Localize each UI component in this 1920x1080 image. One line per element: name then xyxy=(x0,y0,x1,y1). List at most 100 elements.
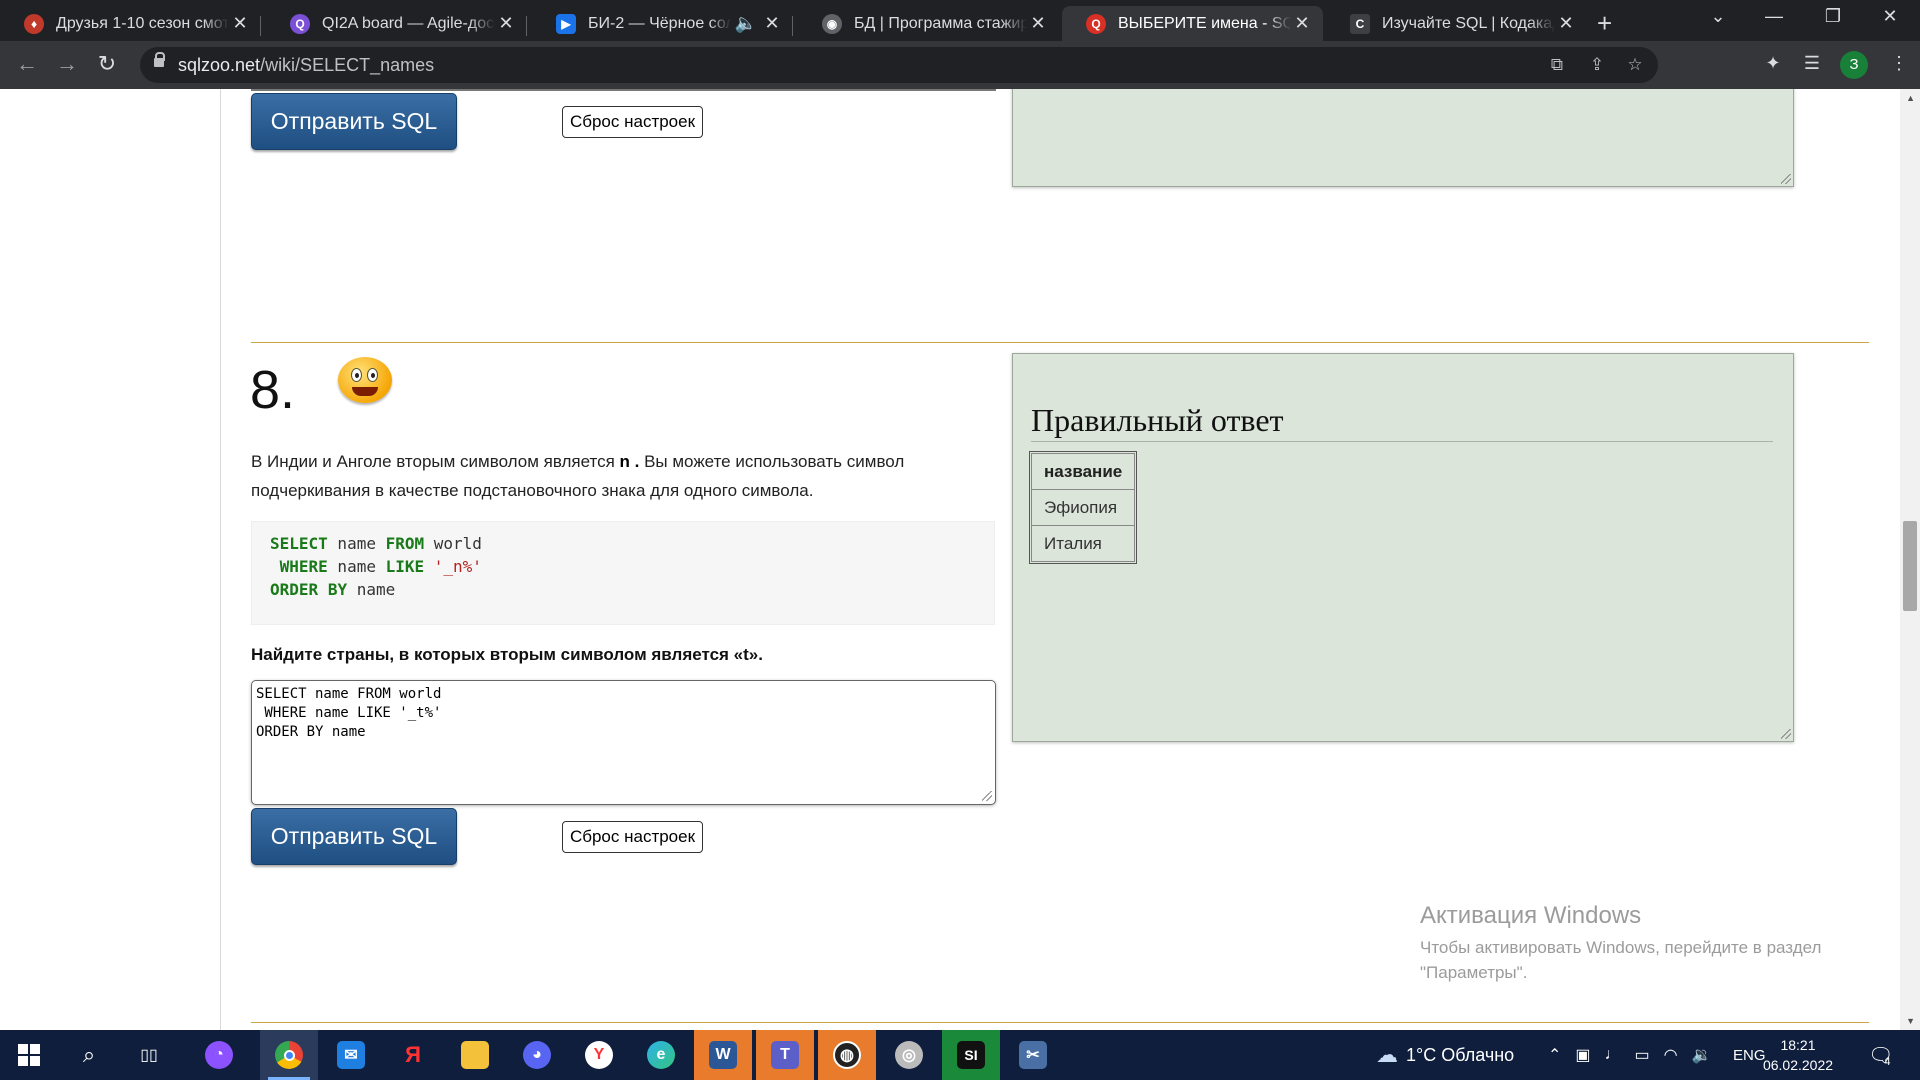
yandex-browser-icon[interactable]: Y xyxy=(570,1030,628,1080)
close-tab-icon[interactable]: ✕ xyxy=(495,13,517,34)
discord-icon[interactable]: ◕ xyxy=(508,1030,566,1080)
url-text: sqlzoo.net/wiki/SELECT_names xyxy=(178,55,434,76)
word-glyph: W xyxy=(709,1041,737,1069)
teams-glyph: T xyxy=(771,1041,799,1069)
tab-favicon-icon: Q xyxy=(1086,13,1106,34)
resize-grip-icon[interactable] xyxy=(1781,729,1791,739)
profile-avatar[interactable]: З xyxy=(1840,51,1868,79)
sql-text: name xyxy=(327,557,386,576)
snip-glyph: ✂ xyxy=(1019,1041,1047,1069)
scrollbar-thumb[interactable] xyxy=(1903,521,1917,611)
start-icon[interactable] xyxy=(0,1030,58,1080)
scroll-up-icon[interactable]: ▲ xyxy=(1906,93,1915,103)
forward-icon[interactable]: → xyxy=(52,51,82,77)
tab-codecademy[interactable]: C Изучайте SQL | Кодакадемия ✕ xyxy=(1326,6,1587,41)
chrome-icon[interactable] xyxy=(260,1030,318,1080)
smiley-mouth xyxy=(352,387,378,396)
tab-favicon-icon: ▶ xyxy=(556,13,576,34)
table-header-row: название xyxy=(1030,453,1136,490)
windows-taskbar: ⌕ ▯▯ ◔ ✉ Я ◕ Y e W T ◍ ◎ SI ✂ ☁ 1°C Обла… xyxy=(0,1030,1920,1080)
weather-text: 1°C Облачно xyxy=(1406,1044,1515,1065)
new-tab-button[interactable]: + xyxy=(1597,8,1612,39)
reset-button-prev[interactable]: Сброс настроек xyxy=(562,106,703,138)
extensions-icon[interactable]: ✦ xyxy=(1760,53,1786,74)
clock[interactable]: 18:21 06.02.2022 xyxy=(1758,1035,1838,1075)
resize-grip-icon[interactable] xyxy=(982,791,992,801)
close-tab-icon[interactable]: ✕ xyxy=(1555,13,1577,34)
obs-icon[interactable]: ◍ xyxy=(818,1030,876,1080)
close-window-button[interactable]: ✕ xyxy=(1870,6,1910,27)
minimize-button[interactable]: — xyxy=(1754,6,1794,27)
reset-button[interactable]: Сброс настроек xyxy=(562,821,703,853)
sigame-glyph: SI xyxy=(957,1041,985,1069)
reload-icon[interactable]: ↻ xyxy=(92,51,122,77)
tab-friends[interactable]: ♦ Друзья 1-10 сезон смотреть ✕ xyxy=(0,6,261,41)
close-tab-icon[interactable]: ✕ xyxy=(1027,13,1049,34)
tab-separator xyxy=(260,16,261,36)
edge-glyph: e xyxy=(647,1041,675,1069)
close-tab-icon[interactable]: ✕ xyxy=(1291,13,1313,34)
section-divider xyxy=(251,342,1869,343)
tab-qi2a[interactable]: Q QI2A board — Agile-доска ✕ xyxy=(266,6,527,41)
tab-bi2[interactable]: ▶ БИ-2 — Чёрное солнце 🔈 ✕ xyxy=(532,6,793,41)
tab-title: БИ-2 — Чёрное солнце xyxy=(588,14,731,32)
show-hidden-icons-icon[interactable]: ⌃ xyxy=(1548,1045,1575,1065)
resize-grip-icon[interactable] xyxy=(1781,174,1791,184)
task-view-icon[interactable]: ▯▯ xyxy=(120,1030,178,1080)
menu-icon[interactable]: ⋮ xyxy=(1886,53,1912,74)
yandex-icon[interactable]: Я xyxy=(384,1030,442,1080)
snip-icon[interactable]: ✂ xyxy=(1004,1030,1062,1080)
mute-tab-icon[interactable]: 🔈 xyxy=(731,13,761,34)
edge-icon[interactable]: e xyxy=(632,1030,690,1080)
wifi-icon[interactable]: ◠ xyxy=(1664,1045,1692,1065)
sql-input[interactable]: SELECT name FROM world WHERE name LIKE '… xyxy=(251,680,996,805)
disk-icon[interactable]: ◎ xyxy=(880,1030,938,1080)
mail-icon[interactable]: ✉ xyxy=(322,1030,380,1080)
column-header: название xyxy=(1030,453,1136,490)
notification-center[interactable]: 🗨 4 xyxy=(1868,1030,1893,1080)
reading-list-icon[interactable]: ☰ xyxy=(1799,53,1825,74)
tab-title: БД | Программа стажировки xyxy=(854,14,1027,32)
tab-bd[interactable]: ◉ БД | Программа стажировки ✕ xyxy=(798,6,1059,41)
submit-sql-button-prev[interactable]: Отправить SQL xyxy=(251,93,457,150)
table-cell: Италия xyxy=(1030,525,1136,562)
alice-icon[interactable]: ◔ xyxy=(190,1030,248,1080)
address-bar[interactable]: sqlzoo.net/wiki/SELECT_names ⧉ ⇪ ☆ xyxy=(140,47,1658,83)
tab-title: ВЫБЕРИТЕ имена - SQLZOO xyxy=(1118,14,1291,32)
tab-search-icon[interactable]: ⌄ xyxy=(1698,6,1738,27)
tray-icons[interactable]: ⌃ ▣ ♩ ▭ ◠ 🔉 xyxy=(1548,1030,1726,1080)
explorer-icon[interactable] xyxy=(446,1030,504,1080)
teams-icon[interactable]: T xyxy=(756,1030,814,1080)
close-tab-icon[interactable]: ✕ xyxy=(229,13,251,34)
page-scrollbar[interactable]: ▲ ▼ xyxy=(1900,89,1920,1030)
battery-icon[interactable]: ▭ xyxy=(1635,1045,1664,1065)
sigame-icon[interactable]: SI xyxy=(942,1030,1000,1080)
tab-favicon-icon: C xyxy=(1350,13,1370,34)
answer-title: Правильный ответ xyxy=(1031,402,1773,442)
restore-button[interactable]: ❐ xyxy=(1813,6,1853,27)
answer-box-prev xyxy=(1012,89,1794,187)
bookmark-star-icon[interactable]: ☆ xyxy=(1624,55,1646,77)
back-icon[interactable]: ← xyxy=(12,51,42,77)
microphone-icon[interactable]: ♩ xyxy=(1605,1046,1635,1064)
weather-widget[interactable]: ☁ 1°C Облачно xyxy=(1376,1030,1514,1080)
share-icon[interactable]: ⇪ xyxy=(1586,55,1608,77)
answer-box: Правильный ответ название Эфиопия Италия xyxy=(1012,353,1794,742)
scroll-down-icon[interactable]: ▼ xyxy=(1906,1016,1915,1026)
device-icon[interactable]: ▣ xyxy=(1575,1045,1604,1065)
sql-string: '_n%' xyxy=(433,557,482,576)
search-icon[interactable]: ⌕ xyxy=(60,1030,118,1080)
url-path: /wiki/SELECT_names xyxy=(260,55,435,75)
submit-sql-button[interactable]: Отправить SQL xyxy=(251,808,457,865)
close-tab-icon[interactable]: ✕ xyxy=(761,13,783,34)
volume-icon[interactable]: 🔉 xyxy=(1692,1045,1726,1065)
tab-favicon-icon: ♦ xyxy=(24,13,44,34)
word-icon[interactable]: W xyxy=(694,1030,752,1080)
discord-glyph: ◕ xyxy=(523,1041,551,1069)
yandex-browser-glyph: Y xyxy=(585,1041,613,1069)
tab-sqlzoo[interactable]: Q ВЫБЕРИТЕ имена - SQLZOO ✕ xyxy=(1062,6,1323,41)
mail-glyph: ✉ xyxy=(337,1041,365,1069)
translate-icon[interactable]: ⧉ xyxy=(1546,55,1568,77)
